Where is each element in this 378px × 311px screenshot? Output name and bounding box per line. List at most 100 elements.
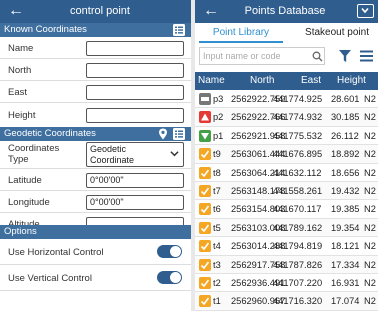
vertical-control-toggle[interactable] [157,271,182,284]
extra-cell: N2 [364,222,376,233]
tab-point-library[interactable]: Point Library [199,23,283,43]
point-name-cell: t7 [213,186,221,196]
east-cell: 441558.261 [273,186,323,196]
chevron-down-icon [361,7,369,14]
column-header-height[interactable]: Height [337,72,366,90]
height-cell: 19.385 [331,204,360,215]
coordinates-type-label: Coordinates Type [8,143,60,165]
height-cell: 16.931 [331,278,360,288]
horizontal-control-row: Use Horizontal Control [0,239,191,265]
extra-cell: N2 [364,149,376,160]
east-cell: 441676.895 [273,149,323,160]
table-row[interactable]: p1 2562921.958 441775.532 26.112 N2 [195,127,378,146]
known-coordinates-section: Known Coordinates [0,23,191,37]
stakeout-check-icon [199,295,211,308]
coordinates-type-select[interactable]: Geodetic Coordinate [86,142,184,167]
east-cell: 441774.932 [273,112,323,123]
location-pin-icon[interactable] [157,128,169,140]
geodetic-coordinates-section: Geodetic Coordinates [0,127,191,141]
stakeout-check-icon [199,258,211,271]
filter-icon[interactable] [338,49,352,63]
height-row: Height [0,103,191,127]
toggle-knob [170,272,181,283]
list-icon[interactable] [173,24,185,36]
dropdown-menu-button[interactable] [357,4,374,18]
point-name-cell: t3 [213,259,221,270]
vertical-control-row: Use Vertical Control [0,265,191,291]
control-point-panel: ← control point Known Coordinates Name N… [0,0,191,311]
points-database-header: ← Points Database [195,0,378,23]
latitude-input[interactable]: 0°00'00" [86,173,184,188]
tab-stakeout-point[interactable]: Stakeout point [295,23,378,43]
search-icon[interactable] [312,51,323,62]
point-name-cell: t1 [213,296,221,307]
east-label: East [8,87,28,98]
back-arrow-icon[interactable]: ← [203,1,219,21]
name-input[interactable] [86,41,184,56]
menu-icon[interactable] [360,50,373,62]
east-cell: 441789.162 [273,222,323,233]
height-cell: 30.185 [331,112,360,123]
search-input[interactable]: Input name or code [199,47,325,65]
table-row[interactable]: t2 2562936.491 441707.220 16.931 N2 [195,274,378,293]
tab-bar: Point Library Stakeout point [195,23,378,43]
table-row[interactable]: t1 2562960.967 441716.320 17.074 N2 [195,292,378,311]
height-input[interactable] [86,108,184,123]
extra-cell: N2 [364,204,376,215]
point-name-cell: t8 [213,167,221,178]
height-cell: 28.601 [331,94,360,104]
back-arrow-icon[interactable]: ← [8,1,24,21]
horizontal-control-label: Use Horizontal Control [8,247,104,258]
point-name-cell: t4 [213,241,221,252]
north-input[interactable] [86,63,184,78]
table-row[interactable]: t5 2563103.008 441789.162 19.354 N2 [195,218,378,238]
column-header-east[interactable]: East [301,72,321,90]
east-cell: 441774.925 [273,94,323,104]
height-cell: 26.112 [331,130,359,141]
table-row[interactable]: t9 2563061.444 441676.895 18.892 N2 [195,145,378,164]
longitude-input[interactable]: 0°00'00" [86,195,184,210]
section-title: Known Coordinates [4,24,87,35]
page-title: control point [70,5,130,17]
extra-cell: N2 [364,278,376,288]
stakeout-check-icon [199,221,211,234]
north-label: North [8,65,32,76]
point-name-cell: t5 [213,222,221,233]
east-cell: 441670.117 [273,204,322,215]
extra-cell: N2 [364,186,376,196]
coordinates-type-row: Coordinates Type Geodetic Coordinate [0,141,191,169]
east-input[interactable] [86,85,184,100]
vertical-control-label: Use Vertical Control [8,273,92,284]
table-row[interactable]: t4 2563014.288 441794.819 18.121 N2 [195,237,378,256]
stakeout-check-icon [199,203,211,216]
triangle-point-icon [199,111,211,124]
table-header: Name North East Height [195,72,378,90]
height-cell: 17.074 [331,296,360,307]
column-header-north[interactable]: North [250,72,274,90]
height-cell: 17.334 [331,259,360,270]
east-cell: 441716.320 [273,296,323,307]
name-row: Name [0,37,191,59]
latitude-label: Latitude [8,175,42,186]
app: ← control point Known Coordinates Name N… [0,0,378,311]
point-name-cell: p2 [213,112,224,123]
pps-point-icon [199,93,211,105]
table-row[interactable]: p3 2562922.759 441774.925 28.601 N2 [195,90,378,109]
extra-cell: N2 [364,130,376,141]
section-title: Geodetic Coordinates [4,128,96,139]
table-row[interactable]: t8 2563064.214 441632.112 18.656 N2 [195,164,378,182]
table-row[interactable]: t6 2563154.803 441670.117 19.385 N2 [195,200,378,219]
table-row[interactable]: t3 2562917.758 441787.826 17.334 N2 [195,255,378,274]
stakeout-check-icon [199,185,211,197]
list-icon[interactable] [173,128,185,140]
horizontal-control-toggle[interactable] [157,245,182,258]
table-row[interactable]: t7 2563148.178 441558.261 19.432 N2 [195,182,378,201]
point-name-cell: p1 [213,130,224,141]
column-header-name[interactable]: Name [198,72,225,90]
options-section: Options [0,225,191,239]
name-label: Name [8,43,34,54]
latitude-row: Latitude 0°00'00" [0,169,191,191]
table-row[interactable]: p2 2562922.766 441774.932 30.185 N2 [195,108,378,127]
points-database-panel: ← Points Database Point Library Stakeout… [195,0,378,311]
height-cell: 18.656 [331,167,360,178]
